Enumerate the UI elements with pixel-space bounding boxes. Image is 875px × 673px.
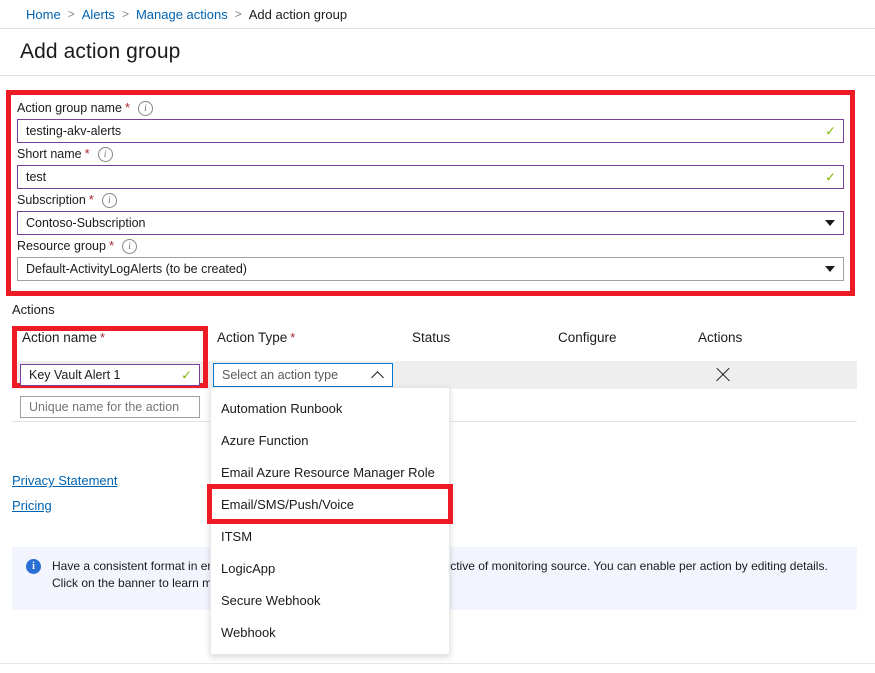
dropdown-option-azure-function[interactable]: Azure Function	[211, 424, 449, 456]
column-header-configure: Configure	[558, 330, 617, 345]
short-name-label-text: Short name	[17, 146, 82, 162]
action-name-new-placeholder: Unique name for the action	[29, 400, 179, 414]
page-title: Add action group	[20, 40, 180, 64]
resource-group-value: Default-ActivityLogAlerts (to be created…	[26, 262, 247, 276]
action-name-input[interactable]: Key Vault Alert 1 ✓	[20, 364, 200, 386]
info-icon[interactable]: i	[122, 239, 137, 254]
column-header-status: Status	[412, 330, 450, 345]
pricing-link[interactable]: Pricing	[12, 498, 118, 513]
subscription-label-text: Subscription	[17, 192, 86, 208]
dropdown-option-logicapp[interactable]: LogicApp	[211, 552, 449, 584]
breadcrumb-item-add-action-group: Add action group	[249, 7, 347, 22]
action-type-dropdown-menu[interactable]: Automation Runbook Azure Function Email …	[210, 387, 450, 655]
dropdown-option-secure-webhook[interactable]: Secure Webhook	[211, 584, 449, 616]
action-group-form: Action group name * i testing-akv-alerts…	[11, 95, 850, 291]
subscription-value: Contoso-Subscription	[26, 216, 146, 230]
action-type-select[interactable]: Select an action type	[213, 363, 393, 387]
info-icon: i	[26, 559, 41, 574]
required-asterisk: *	[125, 100, 130, 116]
breadcrumb-item-alerts[interactable]: Alerts	[82, 7, 115, 22]
page-header: Add action group	[0, 28, 875, 76]
breadcrumb-separator: >	[68, 7, 75, 21]
dropdown-option-itsm[interactable]: ITSM	[211, 520, 449, 552]
dropdown-option-automation-runbook[interactable]: Automation Runbook	[211, 392, 449, 424]
valid-check-icon: ✓	[181, 369, 192, 382]
column-header-action-type-text: Action Type	[217, 330, 287, 345]
action-group-name-value: testing-akv-alerts	[26, 124, 121, 138]
breadcrumb-separator: >	[235, 7, 242, 21]
column-header-action-type: Action Type *	[217, 330, 295, 345]
dropdown-option-email-sms-push-voice[interactable]: Email/SMS/Push/Voice	[211, 488, 449, 520]
required-asterisk: *	[89, 192, 94, 208]
column-header-actions: Actions	[698, 330, 742, 345]
breadcrumb: Home > Alerts > Manage actions > Add act…	[0, 0, 875, 28]
breadcrumb-separator: >	[122, 7, 129, 21]
dropdown-option-webhook[interactable]: Webhook	[211, 616, 449, 648]
action-group-name-label-text: Action group name	[17, 100, 122, 116]
action-name-value: Key Vault Alert 1	[29, 368, 121, 382]
required-asterisk: *	[109, 238, 114, 254]
breadcrumb-item-home[interactable]: Home	[26, 7, 61, 22]
short-name-value: test	[26, 170, 46, 184]
delete-action-icon[interactable]	[714, 366, 732, 384]
footer-links: Privacy Statement Pricing	[12, 473, 118, 523]
resource-group-label-text: Resource group	[17, 238, 106, 254]
valid-check-icon: ✓	[825, 125, 836, 138]
valid-check-icon: ✓	[825, 171, 836, 184]
privacy-statement-link[interactable]: Privacy Statement	[12, 473, 118, 488]
short-name-label: Short name * i	[17, 146, 844, 162]
action-name-new-input[interactable]: Unique name for the action	[20, 396, 200, 418]
resource-group-label: Resource group * i	[17, 238, 844, 254]
required-asterisk: *	[85, 146, 90, 162]
action-type-placeholder: Select an action type	[222, 368, 338, 382]
chevron-down-icon	[825, 266, 835, 272]
resource-group-select[interactable]: Default-ActivityLogAlerts (to be created…	[17, 257, 844, 281]
chevron-down-icon	[825, 220, 835, 226]
dropdown-option-email-azure-resource-manager-role[interactable]: Email Azure Resource Manager Role	[211, 456, 449, 488]
info-icon[interactable]: i	[102, 193, 117, 208]
subscription-label: Subscription * i	[17, 192, 844, 208]
subscription-select[interactable]: Contoso-Subscription	[17, 211, 844, 235]
action-group-name-input[interactable]: testing-akv-alerts ✓	[17, 119, 844, 143]
actions-section-heading: Actions	[12, 302, 55, 317]
info-icon[interactable]: i	[138, 101, 153, 116]
action-group-name-label: Action group name * i	[17, 100, 844, 116]
chevron-up-icon	[371, 371, 384, 384]
info-icon[interactable]: i	[98, 147, 113, 162]
bottom-divider	[0, 663, 875, 664]
short-name-input[interactable]: test ✓	[17, 165, 844, 189]
breadcrumb-item-manage-actions[interactable]: Manage actions	[136, 7, 228, 22]
required-asterisk: *	[290, 330, 295, 345]
